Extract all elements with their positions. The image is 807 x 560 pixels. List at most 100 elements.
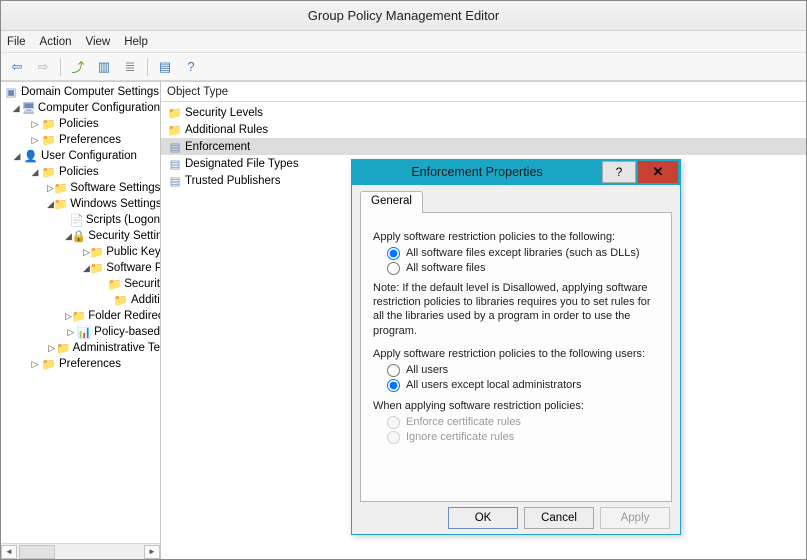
radio-label: All users — [406, 364, 448, 376]
menu-action[interactable]: Action — [40, 36, 72, 48]
dialog-titlebar[interactable]: Enforcement Properties ? ✕ — [352, 160, 680, 185]
radio-users-except-admins[interactable]: All users except local administrators — [387, 379, 659, 392]
tab-general[interactable]: General — [360, 191, 423, 213]
radio-label: All software files except libraries (suc… — [406, 247, 640, 259]
tab-panel-general: Apply software restriction policies to t… — [360, 212, 672, 502]
folder-icon: 📁 — [167, 123, 183, 137]
radio-ignore-certificate-rules: Ignore certificate rules — [387, 431, 659, 444]
tree-user-configuration[interactable]: ◢👤User Configuration — [1, 148, 160, 164]
tree-security-settings[interactable]: ◢🔒Security Settin — [1, 228, 160, 244]
tree-root[interactable]: ▣Domain Computer Settings — [1, 84, 160, 100]
tree-label: Windows Settings — [70, 198, 160, 210]
export-button[interactable]: ≣ — [118, 56, 142, 78]
expand-icon[interactable]: ▷ — [47, 183, 54, 194]
collapse-icon[interactable]: ◢ — [29, 167, 41, 178]
toolbar-divider — [60, 58, 61, 76]
tree-label: Policy-based — [94, 326, 160, 338]
radio-files-except-libraries[interactable]: All software files except libraries (suc… — [387, 247, 659, 260]
console-tree[interactable]: ▣Domain Computer Settings ◢🖥Computer Con… — [1, 82, 160, 543]
folder-icon: 📁 — [72, 309, 86, 323]
expand-icon[interactable]: ▷ — [29, 359, 41, 370]
tree-additional-rules[interactable]: 📁Additi — [1, 292, 160, 308]
tree-label: Policies — [59, 166, 99, 178]
collapse-icon[interactable]: ◢ — [11, 151, 23, 162]
tree-computer-configuration[interactable]: ◢🖥Computer Configuration — [1, 100, 160, 116]
list-item-label: Trusted Publishers — [185, 175, 280, 187]
expand-icon[interactable]: ▷ — [47, 343, 56, 354]
scroll-thumb[interactable] — [19, 545, 55, 559]
tree-cc-preferences[interactable]: ▷📁Preferences — [1, 132, 160, 148]
tree-toggle-button[interactable]: ▥ — [92, 56, 116, 78]
object-icon: ▤ — [167, 174, 183, 188]
tabstrip: General — [360, 191, 672, 213]
tree-uc-preferences[interactable]: ▷📁Preferences — [1, 356, 160, 372]
window-titlebar: Group Policy Management Editor — [1, 1, 806, 31]
tree-uc-policies[interactable]: ◢📁Policies — [1, 164, 160, 180]
horizontal-scrollbar[interactable]: ◄ ► — [1, 543, 160, 559]
column-header-object-type[interactable]: Object Type — [161, 82, 806, 102]
help-button[interactable]: ? — [179, 56, 203, 78]
cancel-button[interactable]: Cancel — [524, 507, 594, 529]
arrow-right-icon: ⇨ — [38, 59, 49, 75]
tree-label: Domain Computer Settings — [21, 86, 159, 98]
menu-help[interactable]: Help — [124, 36, 148, 48]
radio-input[interactable] — [387, 262, 400, 275]
dialog-body: General Apply software restriction polic… — [352, 185, 680, 502]
tree-label: Public Key — [106, 246, 160, 258]
tree-software-settings[interactable]: ▷📁Software Settings — [1, 180, 160, 196]
arrow-left-icon: ⇦ — [12, 59, 23, 75]
forward-button[interactable]: ⇨ — [31, 56, 55, 78]
expand-icon[interactable]: ▷ — [65, 327, 77, 338]
folder-icon: 📁 — [90, 245, 104, 259]
radio-label: Enforce certificate rules — [406, 416, 521, 428]
collapse-icon[interactable]: ◢ — [83, 263, 90, 274]
menu-view[interactable]: View — [86, 36, 111, 48]
list-item[interactable]: 📁Security Levels — [161, 104, 806, 121]
back-button[interactable]: ⇦ — [5, 56, 29, 78]
radio-all-users[interactable]: All users — [387, 364, 659, 377]
radio-input[interactable] — [387, 364, 400, 377]
expand-icon[interactable]: ▷ — [29, 135, 41, 146]
scroll-right-button[interactable]: ► — [144, 545, 160, 559]
tree-software-restriction[interactable]: ◢📁Software Po — [1, 260, 160, 276]
list-icon: ≣ — [125, 59, 136, 75]
dialog-help-button[interactable]: ? — [602, 161, 636, 183]
tree-security-levels[interactable]: 📁Securit — [1, 276, 160, 292]
radio-all-software-files[interactable]: All software files — [387, 262, 659, 275]
collapse-icon[interactable]: ◢ — [65, 231, 72, 242]
expand-icon[interactable]: ▷ — [65, 311, 72, 322]
properties-button[interactable]: ▤ — [153, 56, 177, 78]
list-item[interactable]: 📁Additional Rules — [161, 121, 806, 138]
ok-button[interactable]: OK — [448, 507, 518, 529]
tree-label: Software Po — [106, 262, 160, 274]
tree-public-key[interactable]: ▷📁Public Key — [1, 244, 160, 260]
toolbar-divider — [147, 58, 148, 76]
scroll-left-button[interactable]: ◄ — [1, 545, 17, 559]
radio-input[interactable] — [387, 247, 400, 260]
menu-file[interactable]: File — [7, 36, 26, 48]
radio-input[interactable] — [387, 379, 400, 392]
tree-scripts[interactable]: 📄Scripts (Logon — [1, 212, 160, 228]
tree-windows-settings[interactable]: ◢📁Windows Settings — [1, 196, 160, 212]
chart-icon: 📊 — [77, 325, 93, 339]
tree-admin-templates[interactable]: ▷📁Administrative Te — [1, 340, 160, 356]
tree-label: Policies — [59, 118, 99, 130]
collapse-icon[interactable]: ◢ — [47, 199, 54, 210]
tree-label: Additi — [131, 294, 160, 306]
tree-label: Preferences — [59, 134, 121, 146]
window-title: Group Policy Management Editor — [308, 8, 499, 23]
radio-enforce-certificate-rules: Enforce certificate rules — [387, 416, 659, 429]
folder-icon: 📁 — [113, 293, 129, 307]
expand-icon[interactable]: ▷ — [83, 247, 90, 258]
tree-folder-redirection[interactable]: ▷📁Folder Redirec — [1, 308, 160, 324]
up-button[interactable]: ⤴ — [66, 56, 90, 78]
dialog-close-button[interactable]: ✕ — [638, 161, 678, 183]
list-item[interactable]: ▤Enforcement — [161, 138, 806, 155]
expand-icon[interactable]: ▷ — [29, 119, 41, 130]
collapse-icon[interactable]: ◢ — [11, 103, 21, 114]
enforcement-properties-dialog: Enforcement Properties ? ✕ General Apply… — [351, 159, 681, 535]
tree-cc-policies[interactable]: ▷📁Policies — [1, 116, 160, 132]
help-icon: ? — [616, 165, 623, 179]
tree-policy-based-qos[interactable]: ▷📊Policy-based — [1, 324, 160, 340]
policy-icon: ▣ — [3, 85, 19, 99]
